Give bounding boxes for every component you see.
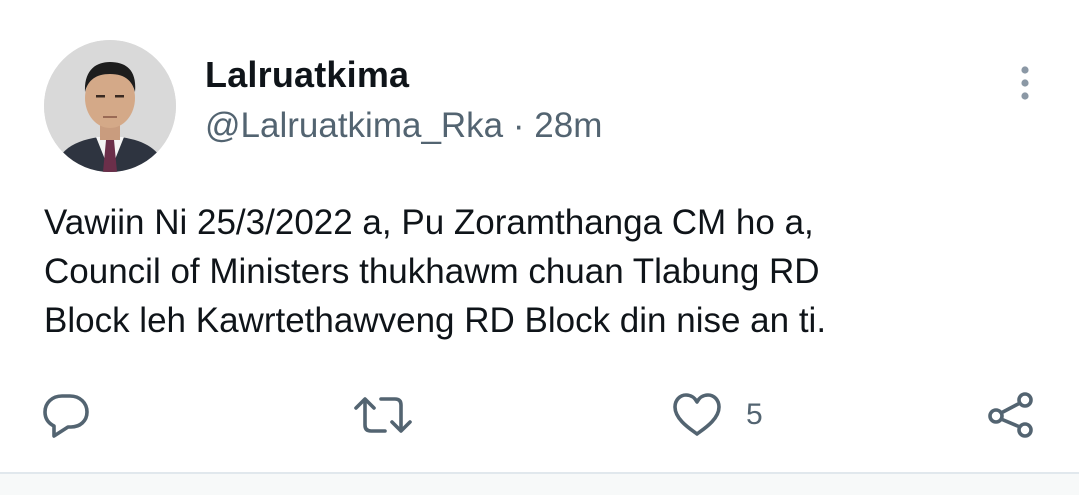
more-options-button[interactable]	[1009, 62, 1041, 106]
like-button[interactable]: 5	[670, 390, 763, 440]
tweet-text-line: Vawiin Ni 25/3/2022 a, Pu Zoramthanga CM…	[44, 203, 814, 242]
display-name[interactable]: Lalruatkima	[205, 54, 409, 96]
retweet-button[interactable]	[352, 390, 414, 440]
tweet-card[interactable]: Lalruatkima @Lalruatkima_Rka · 28m Vawii…	[0, 0, 1079, 472]
avatar-image	[44, 40, 176, 172]
retweet-icon	[354, 397, 412, 433]
more-vertical-icon	[1021, 66, 1029, 100]
reply-button[interactable]	[40, 390, 92, 440]
tweet-text-line: Block leh Kawrtethawveng RD Block din ni…	[44, 301, 827, 340]
reply-icon	[43, 394, 89, 438]
meta-separator: ·	[512, 106, 525, 145]
like-count: 5	[746, 398, 763, 431]
tweet-text: Vawiin Ni 25/3/2022 a, Pu Zoramthanga CM…	[44, 198, 1044, 345]
next-tweet-edge	[0, 472, 1079, 495]
heart-icon	[673, 393, 721, 436]
share-button[interactable]	[985, 390, 1039, 440]
tweet-meta: @Lalruatkima_Rka · 28m	[205, 106, 602, 146]
avatar[interactable]	[44, 40, 176, 172]
tweet-timestamp[interactable]: 28m	[534, 106, 602, 145]
tweet-text-line: Council of Ministers thukhawm chuan Tlab…	[44, 252, 820, 291]
user-handle[interactable]: @Lalruatkima_Rka	[205, 106, 503, 145]
share-icon	[988, 392, 1033, 438]
